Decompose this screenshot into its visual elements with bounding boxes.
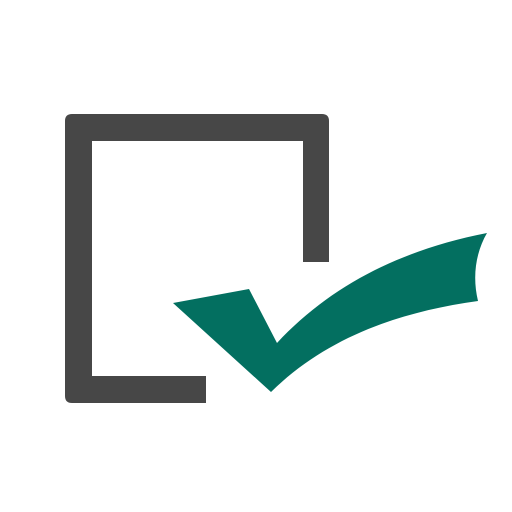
check-mark	[173, 233, 487, 392]
icon-canvas	[0, 0, 512, 512]
checkbox-checked-icon	[65, 114, 487, 403]
